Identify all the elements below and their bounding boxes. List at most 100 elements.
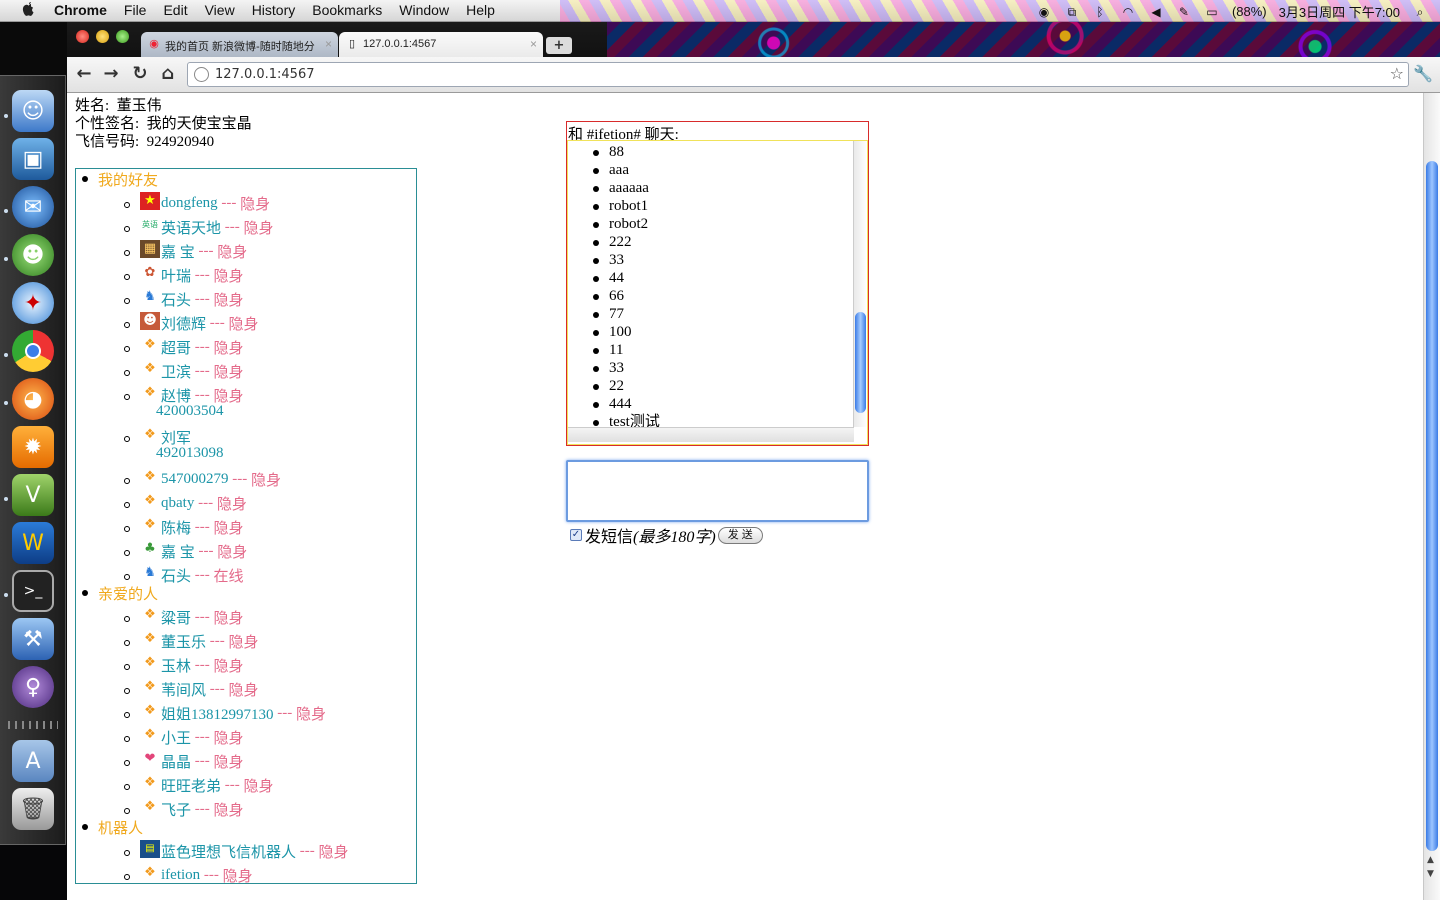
friend-status: 隐身 bbox=[228, 635, 259, 651]
friend-item[interactable]: ❖ 玉林 --- 隐身 bbox=[124, 655, 244, 676]
friend-item[interactable]: ❖ 董玉乐 --- 隐身 bbox=[124, 631, 259, 652]
message-input[interactable] bbox=[566, 460, 869, 522]
send-button[interactable]: 发 送 bbox=[717, 526, 763, 544]
mac-menubar: Chrome File Edit View History Bookmarks … bbox=[0, 0, 1440, 22]
vim-icon[interactable]: V bbox=[12, 474, 54, 516]
venus-app-icon[interactable]: ♀ bbox=[12, 666, 54, 708]
adium-duck-icon[interactable]: ☻ bbox=[12, 234, 54, 276]
sms-checkbox[interactable]: ✓ bbox=[570, 529, 582, 541]
friend-item[interactable]: ❖ 苇间风 --- 隐身 bbox=[124, 679, 259, 700]
friend-item[interactable]: 英语 英语天地 --- 隐身 bbox=[124, 217, 274, 238]
menu-history[interactable]: History bbox=[252, 2, 296, 18]
chrome-icon[interactable] bbox=[12, 330, 54, 372]
message-history[interactable]: 88 aaa aaaaaa robot1 robot2 222 33 44 66… bbox=[567, 140, 868, 445]
friend-number-line[interactable]: 492013098 bbox=[156, 445, 224, 462]
wifi-icon[interactable]: ◠ bbox=[1120, 5, 1136, 19]
page-scrollbar[interactable]: ▲ ▼ bbox=[1423, 93, 1440, 900]
applications-folder-icon[interactable]: A bbox=[12, 740, 54, 782]
friend-item[interactable]: ▤ 蓝色理想飞信机器人 --- 隐身 bbox=[124, 839, 349, 862]
trash-icon[interactable]: 🗑 bbox=[12, 788, 54, 830]
friend-item[interactable]: ❖ 粱哥 --- 隐身 bbox=[124, 607, 244, 628]
page-scrollbar-thumb[interactable] bbox=[1426, 161, 1438, 851]
message-list: 88 aaa aaaaaa robot1 robot2 222 33 44 66… bbox=[568, 143, 853, 431]
address-url[interactable]: 127.0.0.1:4567 bbox=[215, 67, 315, 82]
message-scrollbar-thumb[interactable] bbox=[855, 312, 866, 413]
tab-localhost[interactable]: ▯ 127.0.0.1:4567 × bbox=[339, 32, 543, 57]
tab-close-icon[interactable]: × bbox=[530, 37, 537, 51]
friend-item[interactable]: ▦ 嘉 宝 --- 隐身 bbox=[124, 239, 248, 262]
menu-edit[interactable]: Edit bbox=[163, 2, 187, 18]
alien-app-icon[interactable]: ◉ bbox=[1036, 5, 1052, 19]
battery-percent[interactable]: (88%) bbox=[1232, 4, 1267, 19]
volume-icon[interactable]: ◀ bbox=[1148, 5, 1164, 19]
window-zoom-button[interactable] bbox=[116, 30, 129, 43]
friend-item[interactable]: ❤ 晶晶 --- 隐身 bbox=[124, 751, 244, 772]
friend-item[interactable]: ❖ qbaty --- 隐身 bbox=[124, 493, 247, 514]
friend-number-line[interactable]: 420003504 bbox=[156, 403, 224, 420]
wrench-menu-icon[interactable]: 🔧 bbox=[1412, 63, 1434, 85]
bird-avatar-icon: ♞ bbox=[144, 288, 156, 304]
message-horizontal-scrollbar[interactable] bbox=[568, 427, 854, 442]
group-loved-ones[interactable]: 亲爱的人 bbox=[82, 583, 158, 604]
friend-status: 隐身 bbox=[216, 497, 247, 513]
window-close-button[interactable] bbox=[76, 30, 89, 43]
friend-item[interactable]: ❖ 小王 --- 隐身 bbox=[124, 727, 244, 748]
thunderbird-icon[interactable]: ✉ bbox=[12, 186, 54, 228]
home-icon[interactable]: ⌂ bbox=[157, 63, 179, 85]
group-my-friends[interactable]: 我的好友 bbox=[82, 169, 158, 190]
menu-view[interactable]: View bbox=[205, 2, 235, 18]
pen-icon[interactable]: ✎ bbox=[1176, 5, 1192, 19]
bookmark-star-icon[interactable]: ☆ bbox=[1390, 64, 1404, 83]
menu-app-chrome[interactable]: Chrome bbox=[54, 2, 107, 18]
friend-item[interactable]: ❖ 超哥 --- 隐身 bbox=[124, 336, 244, 358]
fetion-default-avatar-icon: ❖ bbox=[144, 336, 156, 352]
friend-item[interactable]: ❖ 旺旺老弟 --- 隐身 bbox=[124, 775, 274, 796]
finder-icon[interactable]: ☺ bbox=[12, 90, 54, 132]
firefox-icon[interactable]: ◕ bbox=[12, 378, 54, 420]
spaces-icon[interactable]: ⧉ bbox=[1064, 5, 1080, 19]
menu-help[interactable]: Help bbox=[466, 2, 495, 18]
spotlight-search-icon[interactable]: ⌕ bbox=[1412, 5, 1428, 19]
scroll-up-arrow-icon[interactable]: ▲ bbox=[1427, 855, 1434, 865]
friend-item[interactable]: ❖ 547000279 --- 隐身 bbox=[124, 469, 281, 490]
battery-icon[interactable]: ▭ bbox=[1204, 5, 1220, 19]
message-scrollbar[interactable] bbox=[853, 141, 867, 427]
cartoon-avatar-icon: ✿ bbox=[144, 264, 156, 280]
contact-list: 我的好友 ★ dongfeng --- 隐身 英语 英语天地 --- 隐身 ▦ 嘉 宝… bbox=[75, 168, 417, 884]
globe-icon bbox=[194, 67, 209, 82]
bluetooth-icon[interactable]: ᛒ bbox=[1092, 5, 1108, 19]
apple-menu-icon[interactable] bbox=[20, 1, 36, 19]
friend-item[interactable]: ❖ 卫滨 --- 隐身 bbox=[124, 361, 244, 382]
forward-arrow-icon[interactable]: → bbox=[100, 63, 122, 85]
menu-file[interactable]: File bbox=[124, 2, 147, 18]
back-arrow-icon[interactable]: ← bbox=[73, 63, 95, 85]
terminal-icon[interactable]: >_ bbox=[12, 570, 54, 612]
safari-icon[interactable]: ✦ bbox=[12, 282, 54, 324]
friend-item[interactable]: ♞ 石头 --- 隐身 bbox=[124, 288, 244, 310]
window-minimize-button[interactable] bbox=[96, 30, 109, 43]
tab-weibo[interactable]: ◉ 我的首页 新浪微博-随时随地分 × bbox=[141, 32, 338, 57]
friend-item[interactable]: ✿ 叶瑞 --- 隐身 bbox=[124, 264, 244, 286]
address-bar[interactable]: 127.0.0.1:4567 ☆ bbox=[187, 62, 1409, 87]
new-tab-button[interactable]: + bbox=[546, 37, 572, 54]
friend-item[interactable]: ❖ 陈梅 --- 隐身 bbox=[124, 517, 244, 538]
wiki-w-icon[interactable]: W bbox=[12, 522, 54, 564]
virtualbox-icon[interactable]: ▣ bbox=[12, 138, 54, 180]
reload-icon[interactable]: ↻ bbox=[129, 63, 151, 85]
friend-item[interactable]: ❖ 姐姐13812997130 --- 隐身 bbox=[124, 703, 326, 724]
friend-status: 隐身 bbox=[217, 245, 248, 261]
xcode-hammer-icon[interactable]: ⚒ bbox=[12, 618, 54, 660]
system-preferences-gear-icon[interactable]: ✹ bbox=[12, 426, 54, 468]
scroll-down-arrow-icon[interactable]: ▼ bbox=[1427, 869, 1434, 879]
sms-row: ✓ 发短信 (最多180字) 发 送 bbox=[570, 523, 763, 547]
friend-item[interactable]: ☻ 刘德辉 --- 隐身 bbox=[124, 311, 259, 334]
friend-item[interactable]: ❖ ifetion --- 隐身 bbox=[124, 865, 253, 883]
friend-item[interactable]: ❖ 飞子 --- 隐身 bbox=[124, 799, 244, 820]
tab-close-icon[interactable]: × bbox=[325, 37, 332, 51]
menu-bookmarks[interactable]: Bookmarks bbox=[312, 2, 382, 18]
friend-item[interactable]: ★ dongfeng --- 隐身 bbox=[124, 191, 270, 214]
clock[interactable]: 3月3日周四 下午7:00 bbox=[1279, 2, 1400, 21]
menu-window[interactable]: Window bbox=[399, 2, 449, 18]
friend-item[interactable]: ♣ 嘉 宝 --- 隐身 bbox=[124, 541, 247, 562]
group-robots[interactable]: 机器人 bbox=[82, 817, 143, 838]
